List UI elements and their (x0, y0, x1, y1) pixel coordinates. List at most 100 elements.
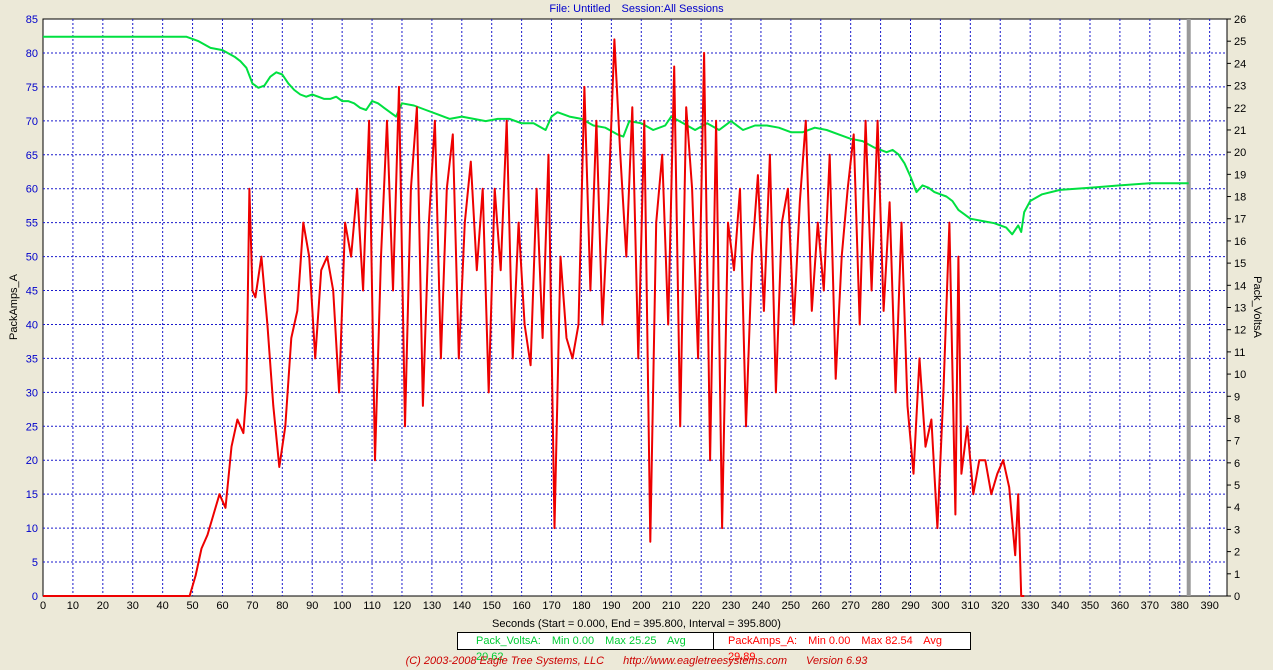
y-right-tick-label: 20 (1234, 147, 1246, 159)
amps-name: PackAmps_A: (728, 635, 798, 647)
x-tick-label: 290 (901, 600, 919, 612)
y-right-tick-label: 14 (1234, 280, 1246, 292)
footer: (C) 2003-2008 Eagle Tree Systems, LLC ht… (0, 655, 1273, 667)
x-tick-label: 210 (662, 600, 680, 612)
y-right-label: Pack_VoltsA (1251, 276, 1263, 338)
y-right-tick-label: 10 (1234, 369, 1246, 381)
y-right-tick-label: 21 (1234, 125, 1246, 137)
y-right-tick-label: 9 (1234, 391, 1240, 403)
x-tick-label: 20 (97, 600, 109, 612)
y-right-tick-label: 3 (1234, 524, 1240, 536)
x-tick-label: 80 (276, 600, 288, 612)
volts-min: Min 0.00 (551, 635, 595, 647)
y-left-tick-label: 30 (26, 387, 38, 399)
x-tick-label: 150 (483, 600, 501, 612)
x-tick-label: 130 (423, 600, 441, 612)
y-right-ticks: 0123456789101112131415161718192021222324… (1227, 14, 1246, 603)
y-left-tick-label: 0 (32, 591, 38, 603)
amps-min: Min 0.00 (808, 635, 851, 647)
y-right-tick-label: 17 (1234, 214, 1246, 226)
x-tick-label: 310 (961, 600, 979, 612)
x-tick-label: 100 (333, 600, 351, 612)
x-tick-label: 170 (542, 600, 560, 612)
x-tick-label: 380 (1171, 600, 1189, 612)
plot-area (42, 18, 1228, 597)
x-tick-label: 240 (752, 600, 770, 612)
website-link[interactable]: http://www.eagletreesystems.com (623, 655, 787, 667)
y-right-tick-label: 1 (1234, 569, 1240, 581)
y-right-tick-label: 16 (1234, 236, 1246, 248)
version-text: Version 6.93 (806, 655, 868, 667)
x-tick-label: 180 (572, 600, 590, 612)
y-left-tick-label: 80 (26, 48, 38, 60)
x-tick-label: 220 (692, 600, 710, 612)
x-tick-label: 340 (1051, 600, 1069, 612)
y-left-tick-label: 5 (32, 557, 38, 569)
y-right-tick-label: 26 (1234, 14, 1246, 26)
x-tick-label: 10 (67, 600, 79, 612)
x-tick-label: 90 (306, 600, 318, 612)
y-right-tick-label: 7 (1234, 436, 1240, 448)
y-right-tick-label: 15 (1234, 258, 1246, 270)
x-tick-label: 50 (186, 600, 198, 612)
x-tick-label: 250 (782, 600, 800, 612)
x-tick-label: 360 (1111, 600, 1129, 612)
x-tick-label: 280 (871, 600, 889, 612)
x-tick-label: 110 (363, 600, 381, 612)
x-tick-label: 60 (216, 600, 228, 612)
y-left-tick-label: 40 (26, 319, 38, 331)
y-left-ticks: 0 5 10 15 20 25 30 35 40 45 50 55 60 65 70 75 80 85 (26, 14, 38, 603)
amps-stats: PackAmps_A: Min 0.00 Max 82.54 Avg 29.89 (714, 633, 970, 663)
x-tick-label: 120 (393, 600, 411, 612)
x-axis-label: Seconds (Start = 0.000, End = 395.800, I… (492, 618, 781, 630)
volts-max: Max 25.25 (605, 635, 657, 647)
y-right-tick-label: 23 (1234, 81, 1246, 93)
x-tick-label: 390 (1200, 600, 1218, 612)
y-left-tick-label: 45 (26, 286, 38, 298)
y-left-tick-label: 55 (26, 218, 38, 230)
y-left-tick-label: 75 (26, 82, 38, 94)
y-left-tick-label: 20 (26, 455, 38, 467)
y-left-tick-label: 50 (26, 252, 38, 264)
y-left-tick-label: 85 (26, 14, 38, 26)
x-ticks: 0 10 20 30 40 50 60 70 80 90 100 110 120 130 140 150 160… (40, 600, 1219, 612)
x-tick-label: 230 (722, 600, 740, 612)
x-tick-label: 330 (1021, 600, 1039, 612)
chart: 0 10 20 30 40 50 60 70 80 90 100 110 120 130 140 150 160… (8, 14, 1263, 612)
stats-legend: Pack_VoltsA: Min 0.00 Max 25.25 Avg 20.6… (457, 632, 971, 663)
x-tick-label: 190 (602, 600, 620, 612)
y-left-tick-label: 35 (26, 353, 38, 365)
y-left-tick-label: 65 (26, 150, 38, 162)
y-right-tick-label: 5 (1234, 480, 1240, 492)
y-left-tick-label: 60 (26, 184, 38, 196)
y-right-tick-label: 12 (1234, 325, 1246, 337)
y-right-tick-label: 4 (1234, 502, 1240, 514)
x-tick-label: 260 (812, 600, 830, 612)
x-tick-label: 350 (1081, 600, 1099, 612)
y-left-tick-label: 15 (26, 489, 38, 501)
y-right-tick-label: 0 (1234, 591, 1240, 603)
y-left-tick-label: 25 (26, 421, 38, 433)
x-tick-label: 370 (1141, 600, 1159, 612)
x-tick-label: 160 (512, 600, 530, 612)
volts-stats: Pack_VoltsA: Min 0.00 Max 25.25 Avg 20.6… (458, 633, 714, 663)
x-tick-label: 30 (127, 600, 139, 612)
x-tick-label: 320 (991, 600, 1009, 612)
x-tick-label: 270 (842, 600, 860, 612)
y-left-tick-label: 70 (26, 116, 38, 128)
y-right-tick-label: 24 (1234, 58, 1246, 70)
y-left-label: PackAmps_A (8, 273, 20, 340)
x-tick-label: 200 (632, 600, 650, 612)
x-tick-label: 300 (931, 600, 949, 612)
y-right-tick-label: 25 (1234, 36, 1246, 48)
x-tick-label: 70 (246, 600, 258, 612)
x-tick-label: 40 (157, 600, 169, 612)
y-right-tick-label: 6 (1234, 458, 1240, 470)
y-right-tick-label: 2 (1234, 547, 1240, 559)
y-left-tick-label: 10 (26, 523, 38, 535)
amps-max: Max 82.54 (861, 635, 913, 647)
y-right-tick-label: 8 (1234, 413, 1240, 425)
y-right-tick-label: 18 (1234, 192, 1246, 204)
y-right-tick-label: 19 (1234, 169, 1246, 181)
y-right-tick-label: 13 (1234, 303, 1246, 315)
